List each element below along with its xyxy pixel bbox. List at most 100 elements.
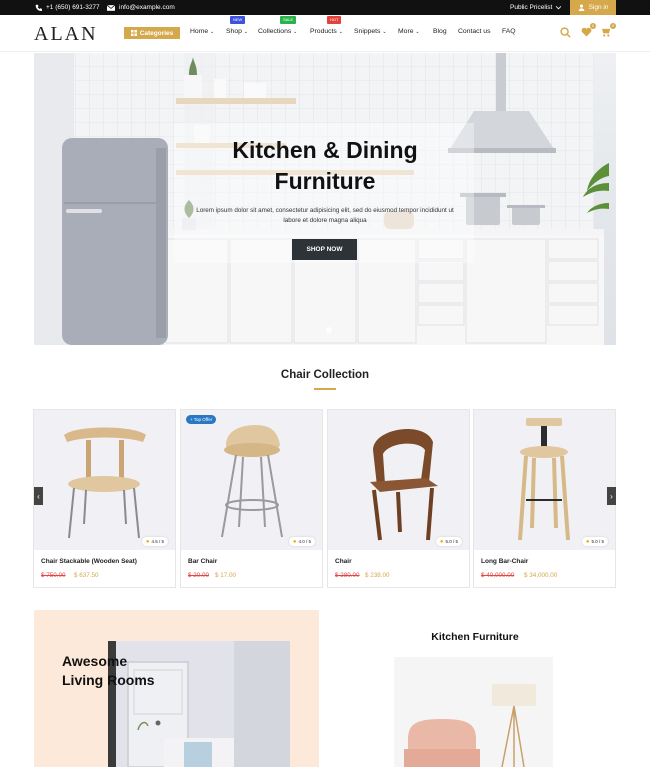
product-old-price: $ 40,000.00 [481, 572, 515, 579]
product-old-price: $ 20.00 [188, 572, 210, 579]
categories-button[interactable]: Categories [124, 27, 180, 39]
pricelist-dropdown[interactable]: Public Pricelist [510, 0, 562, 15]
menu-snippets[interactable]: Snippets ⌄ [354, 28, 387, 35]
product-card[interactable]: ● 5.0 / 5 Chair $ 280.00 $ 238.00 [327, 409, 470, 588]
star-icon: ● [439, 538, 444, 545]
promo-title-line2: Living Rooms [62, 672, 155, 688]
menu-home-label: Home [190, 28, 209, 35]
product-name[interactable]: Bar Chair [188, 558, 217, 565]
site-logo[interactable]: ALAN [34, 23, 98, 46]
armchair-lamp-image [404, 684, 536, 767]
chair-stackable-image [64, 427, 146, 539]
categories-label: Categories [139, 29, 174, 37]
promo-title: Awesome Living Rooms [62, 652, 155, 690]
chevron-down-icon: ⌄ [415, 29, 420, 35]
sale-badge: SALE [280, 16, 297, 24]
product-card[interactable]: ● 4.5 / 5 Chair Stackable (Wooden Seat) $… [33, 409, 176, 588]
bar-chair-image [221, 425, 283, 538]
chevron-down-icon: ⌄ [243, 29, 248, 35]
rating-value: 5.0 / 5 [445, 539, 458, 544]
product-image[interactable]: + Top Offer ● 4.0 / 5 [181, 410, 322, 550]
rating-value: 5.0 / 5 [591, 539, 604, 544]
star-icon: ● [145, 538, 150, 545]
menu-blog[interactable]: Blog [433, 28, 447, 35]
section-title-underline [314, 388, 336, 390]
star-icon: ● [585, 538, 590, 545]
rating-badge: ● 4.5 / 5 [141, 537, 168, 546]
menu-home[interactable]: Home ⌄ [190, 28, 214, 35]
chevron-down-icon: ⌄ [293, 29, 298, 35]
chevron-down-icon [556, 5, 562, 9]
heart-icon [581, 27, 591, 37]
chevron-down-icon: ⌄ [210, 29, 215, 35]
new-badge: NEW [230, 16, 246, 24]
menu-contact-us[interactable]: Contact us [458, 28, 491, 35]
menu-blog-label: Blog [433, 28, 447, 35]
menu-faq-label: FAQ [502, 28, 516, 35]
product-price: $ 17.00 [215, 572, 237, 579]
menu-shop[interactable]: NEW Shop ⌄ [226, 16, 248, 35]
phone-icon [35, 4, 42, 11]
menu-shop-label: Shop [226, 28, 242, 35]
menu-more[interactable]: More ⌄ [398, 28, 420, 35]
search-button[interactable] [558, 25, 572, 39]
top-offer-tag: + Top Offer [186, 415, 217, 424]
main-header: ALAN Categories Home ⌄ NEW Shop ⌄ SALE C… [0, 15, 650, 52]
carousel-indicator[interactable] [326, 327, 332, 333]
hot-badge: HOT [327, 16, 342, 24]
kitchen-furniture-title: Kitchen Furniture [431, 631, 519, 643]
phone-number: +1 (650) 691-3277 [46, 4, 100, 11]
carousel-prev-button[interactable]: ‹ [34, 487, 43, 505]
menu-collections-label: Collections [258, 28, 292, 35]
product-price: $ 637.50 [74, 572, 99, 579]
email-link[interactable]: info@example.com [107, 0, 175, 15]
search-icon [559, 26, 571, 38]
menu-faq[interactable]: FAQ [502, 28, 516, 35]
mail-icon [107, 4, 115, 11]
product-image[interactable]: ● 5.0 / 5 [328, 410, 469, 550]
menu-more-label: More [398, 28, 414, 35]
long-bar-chair-image [518, 418, 570, 541]
product-name[interactable]: Chair [335, 558, 352, 565]
rating-badge: ● 5.0 / 5 [435, 537, 462, 546]
product-old-price: $ 280.00 [335, 572, 360, 579]
product-card[interactable]: + Top Offer ● 4.0 / 5 Bar Chair $ 20.00 $… [180, 409, 323, 588]
living-rooms-promo[interactable]: Awesome Living Rooms [34, 610, 319, 767]
carousel-next-button[interactable]: › [607, 487, 616, 505]
product-image[interactable]: ● 5.0 / 5 [474, 410, 615, 550]
product-old-price: $ 750.00 [41, 572, 66, 579]
chair-collection-title: Chair Collection [280, 369, 370, 381]
product-price: $ 238.00 [365, 572, 390, 579]
shop-now-button[interactable]: SHOP NOW [292, 239, 357, 260]
wishlist-count: 0 [590, 23, 596, 29]
sign-in-button[interactable]: Sign in [570, 0, 616, 15]
pricelist-label: Public Pricelist [510, 4, 553, 11]
chevron-down-icon: ⌄ [382, 29, 387, 35]
hero-title-line2: Furniture [274, 168, 376, 194]
menu-collections[interactable]: SALE Collections ⌄ [258, 16, 298, 35]
kitchen-furniture-image[interactable] [394, 657, 553, 767]
hero-subtitle: Lorem ipsum dolor sit amet, consectetur … [196, 207, 454, 224]
hero-banner: Kitchen & Dining Furniture Lorem ipsum d… [34, 53, 616, 345]
cart-icon [601, 28, 610, 37]
rating-value: 4.0 / 5 [298, 539, 311, 544]
cart-button[interactable]: 0 [599, 23, 616, 39]
cart-count: 0 [610, 23, 616, 29]
wishlist-button[interactable]: 0 [579, 23, 596, 39]
menu-products[interactable]: HOT Products ⌄ [310, 16, 343, 35]
user-icon [578, 4, 584, 11]
menu-snippets-label: Snippets [354, 28, 381, 35]
chevron-left-icon: ‹ [37, 491, 40, 501]
chevron-right-icon: › [610, 491, 613, 501]
email-address: info@example.com [119, 4, 175, 11]
phone-link[interactable]: +1 (650) 691-3277 [35, 0, 100, 15]
menu-products-label: Products [310, 28, 337, 35]
product-image[interactable]: ● 4.5 / 5 [34, 410, 175, 550]
wooden-chair-image [370, 428, 438, 541]
rating-value: 4.5 / 5 [151, 539, 164, 544]
product-card[interactable]: ● 5.0 / 5 Long Bar-Chair $ 40,000.00 $ 34… [473, 409, 616, 588]
product-name[interactable]: Long Bar-Chair [481, 558, 528, 565]
product-name[interactable]: Chair Stackable (Wooden Seat) [41, 558, 137, 565]
grid-icon [130, 30, 137, 36]
hero-title-line1: Kitchen & Dining [232, 137, 418, 163]
